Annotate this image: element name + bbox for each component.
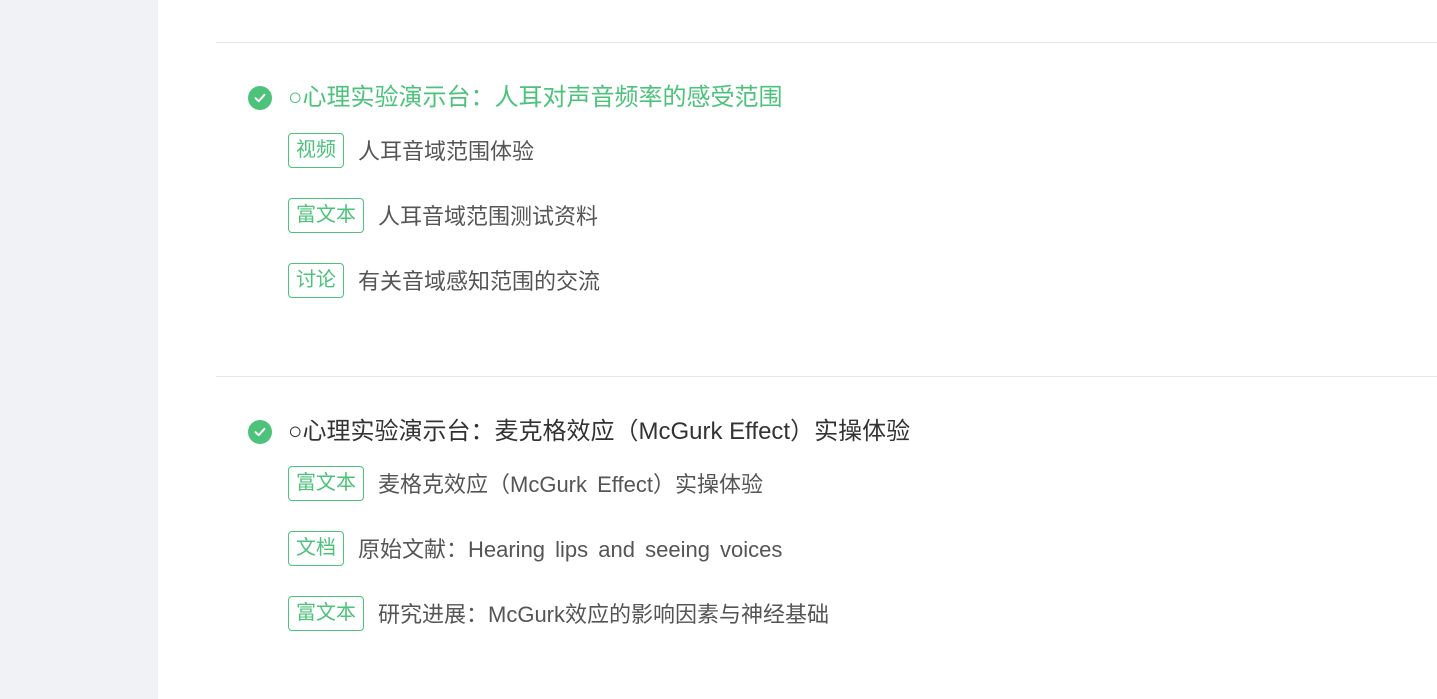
- section-header[interactable]: ○心理实验演示台：麦克格效应（McGurk Effect）实操体验: [248, 416, 1398, 448]
- discussion-tag: 讨论: [288, 262, 344, 298]
- check-circle-icon: [248, 86, 272, 110]
- document-tag: 文档: [288, 530, 344, 566]
- list-item[interactable]: 视频 人耳音域范围体验: [288, 132, 1398, 168]
- item-label[interactable]: 原始文献：Hearing lips and seeing voices: [358, 532, 782, 564]
- list-item[interactable]: 讨论 有关音域感知范围的交流: [288, 262, 1398, 298]
- rich-text-tag: 富文本: [288, 595, 364, 631]
- item-label[interactable]: 麦格克效应（McGurk Effect）实操体验: [378, 467, 763, 499]
- item-label[interactable]: 研究进展：McGurk效应的影响因素与神经基础: [378, 597, 829, 629]
- list-item[interactable]: 富文本 人耳音域范围测试资料: [288, 197, 1398, 233]
- section-divider: [216, 376, 1437, 377]
- section-title[interactable]: ○心理实验演示台：人耳对声音频率的感受范围: [288, 82, 783, 114]
- chapter-content: ○心理实验演示台：人耳对声音频率的感受范围 视频 人耳音域范围体验 富文本 人耳…: [158, 0, 1437, 699]
- section-header[interactable]: ○心理实验演示台：人耳对声音频率的感受范围: [248, 82, 1398, 114]
- list-item[interactable]: 文档 原始文献：Hearing lips and seeing voices: [288, 530, 1398, 566]
- section-items: 富文本 麦格克效应（McGurk Effect）实操体验 文档 原始文献：Hea…: [288, 465, 1398, 631]
- item-label[interactable]: 人耳音域范围测试资料: [378, 199, 598, 231]
- rich-text-tag: 富文本: [288, 465, 364, 501]
- chapter-section: ○心理实验演示台：人耳对声音频率的感受范围 视频 人耳音域范围体验 富文本 人耳…: [248, 82, 1398, 327]
- rich-text-tag: 富文本: [288, 197, 364, 233]
- chapter-section: ○心理实验演示台：麦克格效应（McGurk Effect）实操体验 富文本 麦格…: [248, 416, 1398, 660]
- item-label[interactable]: 人耳音域范围体验: [358, 134, 534, 166]
- item-label[interactable]: 有关音域感知范围的交流: [358, 264, 600, 296]
- list-item[interactable]: 富文本 麦格克效应（McGurk Effect）实操体验: [288, 465, 1398, 501]
- section-title[interactable]: ○心理实验演示台：麦克格效应（McGurk Effect）实操体验: [288, 416, 910, 448]
- section-items: 视频 人耳音域范围体验 富文本 人耳音域范围测试资料 讨论 有关音域感知范围的交…: [288, 132, 1398, 298]
- list-item[interactable]: 富文本 研究进展：McGurk效应的影响因素与神经基础: [288, 595, 1398, 631]
- left-sidebar: [0, 0, 158, 699]
- check-circle-icon: [248, 420, 272, 444]
- section-divider: [216, 42, 1437, 43]
- video-tag: 视频: [288, 132, 344, 168]
